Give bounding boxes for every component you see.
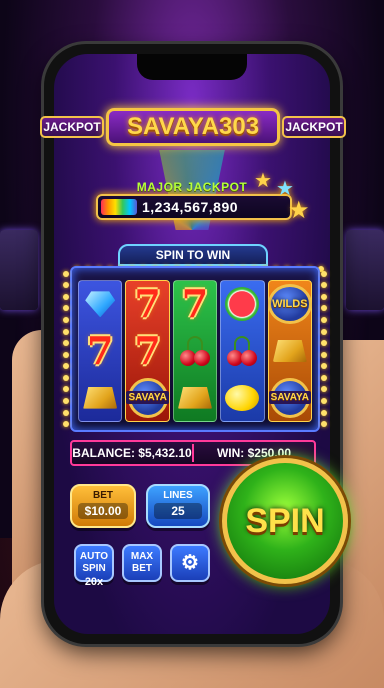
gear-icon: ⚙ xyxy=(181,552,199,574)
win-display: WIN: $250.00 xyxy=(216,446,292,460)
reels: 7 7 7 SAVAYA 7 WILDS SAVAYA xyxy=(78,280,313,422)
major-jackpot-value: 1,234,567,890 xyxy=(142,199,239,215)
reel-4[interactable] xyxy=(220,280,265,422)
seven-icon: 7 xyxy=(134,327,161,373)
spin-button[interactable]: SPIN xyxy=(222,458,348,584)
max-bet-label-1: MAX xyxy=(130,551,154,562)
savaya-coin-icon: SAVAYA xyxy=(126,377,169,418)
settings-button[interactable]: ⚙ xyxy=(170,544,210,582)
spin-label: SPIN xyxy=(245,501,325,540)
watermelon-icon xyxy=(222,284,262,324)
gold-bar-icon xyxy=(80,378,120,418)
cherry-icon xyxy=(175,331,215,371)
jackpot-tag-right: JACKPOT xyxy=(282,116,346,138)
auto-spin-label-2: SPIN xyxy=(82,563,106,574)
lines-button[interactable]: LINES 25 xyxy=(146,484,210,528)
spin-to-win-banner: SPIN TO WIN xyxy=(118,244,268,266)
max-bet-label-2: BET xyxy=(132,563,152,574)
seven-icon: 7 xyxy=(86,327,114,373)
coin-label: SAVAYA xyxy=(268,391,312,405)
reel-2[interactable]: 7 7 SAVAYA xyxy=(125,280,170,422)
bet-label: BET xyxy=(93,490,113,501)
gold-bar-icon xyxy=(270,331,310,371)
star-icon: ★ xyxy=(288,197,310,224)
star-icon: ★ xyxy=(254,170,272,192)
lines-value: 25 xyxy=(154,503,202,519)
wilds-icon: WILDS xyxy=(267,284,312,325)
reel-1[interactable]: 7 xyxy=(78,280,123,422)
light-bulbs-right xyxy=(320,268,328,430)
diamond-icon xyxy=(80,284,120,324)
lemon-icon xyxy=(222,378,262,418)
wilds-label: WILDS xyxy=(272,298,308,311)
reel-5[interactable]: WILDS SAVAYA xyxy=(267,280,313,422)
rainbow-stripe xyxy=(101,199,137,215)
major-jackpot-counter: 1,234,567,890 xyxy=(96,194,292,220)
gold-bar-icon xyxy=(175,378,215,418)
reel-cabinet: 7 7 7 SAVAYA 7 WILDS SAVAYA xyxy=(63,266,327,432)
jackpot-tag-left: JACKPOT xyxy=(40,116,104,138)
logo-banner: JACKPOT SAVAYA303 JACKPOT xyxy=(40,108,346,148)
light-bulbs-left xyxy=(62,268,70,430)
phone-notch xyxy=(137,54,247,80)
balance-display: BALANCE: $5,432.10 xyxy=(72,446,192,460)
max-bet-button[interactable]: MAX BET xyxy=(122,544,162,582)
seven-icon: 7 xyxy=(181,281,209,327)
background-slot-machine-right xyxy=(346,230,384,310)
auto-spin-count: 20x xyxy=(84,576,104,588)
cherry-icon xyxy=(222,331,262,371)
bet-value: $10.00 xyxy=(78,503,128,519)
auto-spin-label-1: AUTO xyxy=(79,551,109,562)
reel-3[interactable]: 7 xyxy=(172,280,218,422)
lines-label: LINES xyxy=(163,490,193,501)
coin-label: SAVAYA xyxy=(126,391,169,405)
major-jackpot-label: MAJOR JACKPOT xyxy=(136,180,248,194)
bet-button[interactable]: BET $10.00 xyxy=(70,484,136,528)
seven-icon: 7 xyxy=(134,281,161,327)
background-slot-machine-left xyxy=(0,230,38,310)
savaya-coin-icon: SAVAYA xyxy=(268,377,312,418)
game-logo: SAVAYA303 xyxy=(106,108,280,146)
